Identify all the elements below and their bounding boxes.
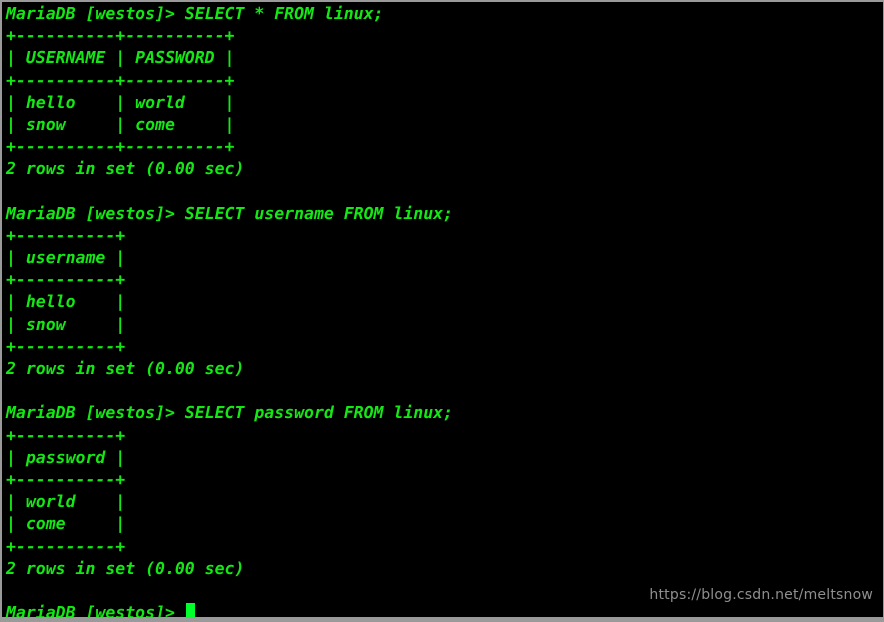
table-rule-top: +----------+ bbox=[6, 425, 126, 445]
table-row: | hello | bbox=[6, 292, 126, 312]
watermark-url: https://blog.csdn.net/meltsnow bbox=[649, 587, 873, 603]
table-rule-bottom: +----------+ bbox=[6, 536, 126, 556]
table-rule-mid: +----------+ bbox=[6, 270, 126, 290]
table-rule-bottom: +----------+----------+ bbox=[6, 137, 235, 157]
table-row: | snow | come | bbox=[6, 114, 235, 134]
result-status: 2 rows in set (0.00 sec) bbox=[6, 359, 245, 378]
prompt-text: MariaDB [westos]> bbox=[6, 603, 185, 622]
table-row: | world | bbox=[6, 492, 126, 512]
terminal-screen[interactable]: MariaDB [westos]> SELECT * FROM linux; +… bbox=[2, 2, 883, 617]
result-status: 2 rows in set (0.00 sec) bbox=[6, 159, 245, 179]
result-status: 2 rows in set (0.00 sec) bbox=[6, 558, 245, 578]
command-line: MariaDB [westos]> SELECT * FROM linux; bbox=[6, 4, 384, 23]
command-line: MariaDB [westos]> SELECT username FROM l… bbox=[6, 203, 454, 223]
table-rule-bottom: +----------+ bbox=[6, 336, 126, 356]
table-header-row: | username | bbox=[6, 248, 126, 268]
table-rule-top: +----------+----------+ bbox=[6, 26, 235, 46]
table-row: | come | bbox=[6, 514, 126, 534]
table-row: | hello | world | bbox=[6, 92, 235, 112]
command-line: MariaDB [westos]> SELECT password FROM l… bbox=[6, 403, 454, 423]
table-header-row: | password | bbox=[6, 447, 126, 467]
text-cursor[interactable] bbox=[185, 603, 195, 617]
table-rule-mid: +----------+----------+ bbox=[6, 70, 235, 90]
table-rule-top: +----------+ bbox=[6, 225, 126, 245]
active-prompt-line[interactable]: MariaDB [westos]> bbox=[6, 602, 883, 622]
terminal-window[interactable]: MariaDB [westos]> SELECT * FROM linux; +… bbox=[0, 0, 884, 622]
table-header-row: | USERNAME | PASSWORD | bbox=[6, 48, 235, 68]
table-rule-mid: +----------+ bbox=[6, 469, 126, 489]
table-row: | snow | bbox=[6, 314, 126, 334]
